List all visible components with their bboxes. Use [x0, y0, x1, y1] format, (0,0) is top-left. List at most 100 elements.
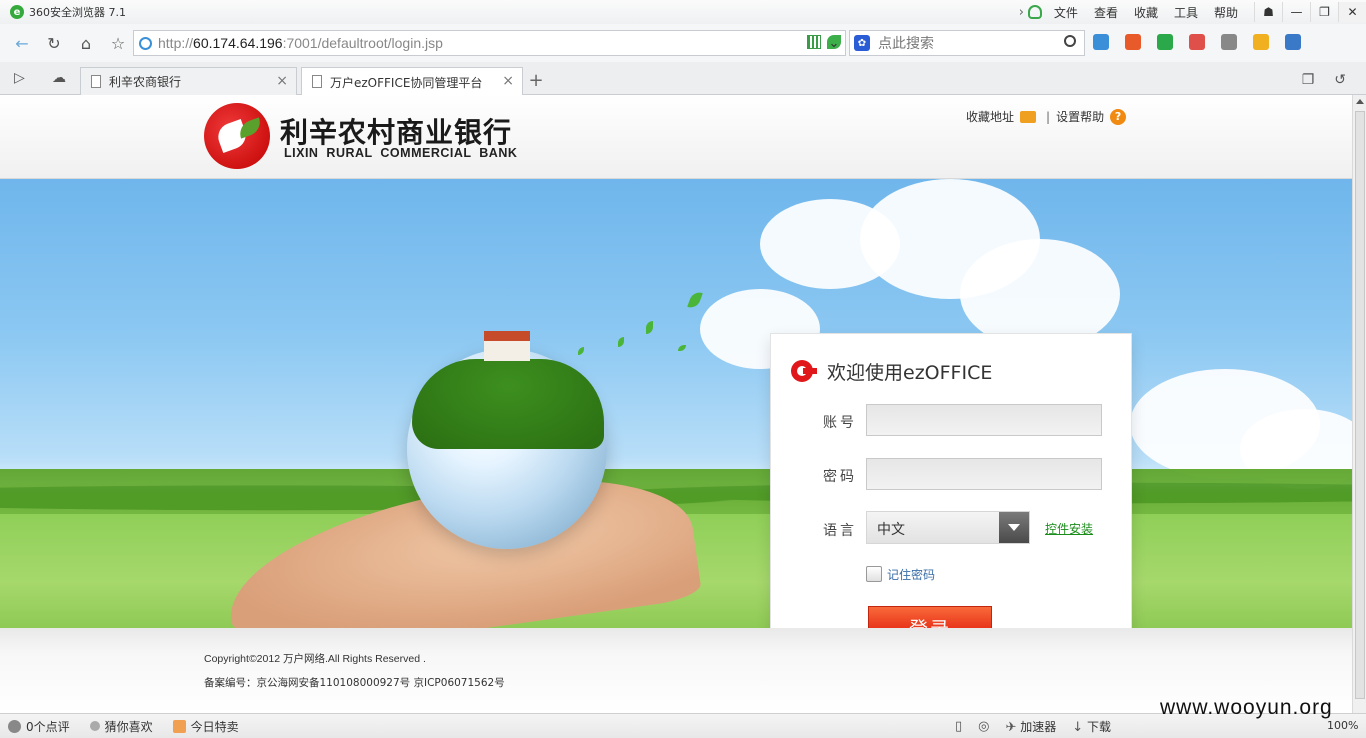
download-item[interactable]: ↓ 下载: [1072, 718, 1111, 735]
shirt-skin-icon[interactable]: ☗: [1254, 2, 1282, 22]
search-box[interactable]: ✿ 点此搜索: [849, 30, 1085, 56]
folder-icon[interactable]: [1020, 110, 1037, 123]
speed-icon[interactable]: ◎: [978, 719, 989, 734]
login-title: 欢迎使用ezOFFICE: [827, 362, 993, 384]
minimize-button[interactable]: —: [1282, 2, 1310, 22]
watermark: www.wooyun.org: [1160, 696, 1333, 719]
house-image: [484, 331, 530, 361]
header-links: 收藏地址 | 设置帮助 ?: [966, 108, 1127, 125]
gift-icon[interactable]: [1253, 34, 1269, 50]
plugin-install-link[interactable]: 控件安装: [1045, 520, 1093, 537]
browser-title: 360安全浏览器 7.1: [29, 6, 126, 19]
url-dropdown-icon[interactable]: ⌄: [823, 30, 845, 56]
password-label: 密码: [823, 469, 857, 485]
tab-bar: ▷ ☁ 利辛农商银行 × 万户ezOFFICE协同管理平台 × + ❐ ↺: [0, 62, 1366, 96]
tab-list-icon[interactable]: ❐: [1302, 72, 1315, 88]
page-icon: [312, 75, 322, 88]
page-icon: [91, 75, 101, 88]
close-tab-icon[interactable]: ×: [276, 73, 288, 89]
new-tab-button[interactable]: +: [526, 70, 546, 91]
remember-password-label[interactable]: 记住密码: [887, 566, 935, 583]
vertical-scrollbar[interactable]: [1352, 95, 1366, 713]
user-icon[interactable]: [1027, 5, 1042, 19]
menu-favorites[interactable]: 收藏: [1134, 4, 1158, 21]
apps-icon[interactable]: [1093, 34, 1109, 50]
browser-title-bar: e 360安全浏览器 7.1 › 文件 查看 收藏 工具 帮助 ☗ — ❐ ✕: [0, 0, 1366, 24]
leaf-shape: [678, 345, 686, 351]
magnifier-icon[interactable]: [1285, 34, 1301, 50]
daily-deal-item[interactable]: 今日特卖: [172, 718, 239, 735]
comments-item[interactable]: 0个点评: [8, 718, 70, 735]
cloud-icon[interactable]: ☁: [52, 70, 66, 86]
comments-label: 0个点评: [26, 719, 70, 734]
globe-land: [412, 359, 604, 449]
globe-icon: [139, 36, 152, 50]
close-button[interactable]: ✕: [1338, 2, 1366, 22]
scrollbar-thumb[interactable]: [1355, 111, 1365, 699]
account-input[interactable]: [866, 404, 1102, 436]
leaf-shape: [687, 289, 703, 311]
tab-lixin-bank[interactable]: 利辛农商银行 ×: [80, 67, 297, 95]
search-placeholder: 点此搜索: [878, 36, 934, 52]
guess-like-item[interactable]: 猜你喜欢: [89, 718, 153, 735]
accelerator-item[interactable]: ✈ 加速器: [1006, 718, 1057, 735]
favorites-link[interactable]: 收藏地址: [966, 108, 1014, 125]
screenshot-icon[interactable]: [1221, 34, 1237, 50]
menu-file[interactable]: 文件: [1054, 4, 1078, 21]
address-toolbar: ← ↻ ⌂ ☆ http://60.174.64.196:7001/defaul…: [0, 24, 1366, 62]
language-selected: 中文: [877, 522, 905, 538]
url-text[interactable]: http://60.174.64.196:7001/defaultroot/lo…: [158, 35, 443, 51]
remember-password-checkbox[interactable]: [866, 566, 882, 582]
star-icon[interactable]: ☆: [104, 29, 132, 57]
tab-label: 利辛农商银行: [109, 75, 182, 89]
download-icon: ↓: [1072, 720, 1084, 735]
scroll-up-icon[interactable]: [1356, 99, 1364, 104]
maximize-button[interactable]: ❐: [1310, 2, 1338, 22]
refresh-icon[interactable]: ↻: [40, 29, 68, 57]
settings-help-link[interactable]: 设置帮助: [1056, 108, 1104, 125]
extension-icons: [1093, 34, 1301, 50]
copyright-text: Copyright©2012 万户网络.All Rights Reserved …: [204, 653, 426, 665]
bank-name-cn: 利辛农村商业银行: [280, 116, 513, 149]
bank-logo-icon: [204, 103, 270, 169]
shield-icon[interactable]: [1157, 34, 1173, 50]
zoom-level[interactable]: 100%: [1327, 719, 1358, 732]
daily-deal-label: 今日特卖: [190, 719, 239, 734]
guess-like-label: 猜你喜欢: [104, 719, 153, 734]
search-icon[interactable]: [1064, 35, 1076, 47]
link-separator: |: [1046, 109, 1051, 124]
home-icon[interactable]: ⌂: [72, 29, 100, 57]
gift-box-icon: [172, 719, 186, 733]
menu-view[interactable]: 查看: [1094, 4, 1118, 21]
translate-icon[interactable]: [1189, 34, 1205, 50]
qr-code-icon[interactable]: [807, 35, 821, 49]
tab-ezoffice[interactable]: 万户ezOFFICE协同管理平台 ×: [301, 67, 523, 96]
browser-logo-icon: e: [10, 5, 24, 19]
page-header: 利辛农村商业银行 LIXIN RURAL COMMERCIAL BANK 收藏地…: [0, 95, 1352, 179]
leaf-shape: [618, 337, 624, 347]
url-bar[interactable]: http://60.174.64.196:7001/defaultroot/lo…: [133, 30, 846, 56]
dropdown-arrow-icon[interactable]: [999, 512, 1029, 543]
calendar-icon[interactable]: [1125, 34, 1141, 50]
menu-help[interactable]: 帮助: [1214, 4, 1238, 21]
password-input[interactable]: [866, 458, 1102, 490]
tab-label: 万户ezOFFICE协同管理平台: [330, 75, 483, 90]
icp-record: 备案编号：京公海网安备110108000927号 京ICP06071562号: [204, 677, 505, 689]
hero-banner: [0, 179, 1352, 628]
language-select[interactable]: 中文: [866, 511, 1030, 544]
mobile-icon[interactable]: ▯: [955, 719, 962, 734]
undo-close-icon[interactable]: ↺: [1334, 72, 1346, 88]
back-arrow-icon[interactable]: ←: [8, 29, 36, 57]
chevron-right-icon[interactable]: ›: [1019, 5, 1024, 20]
dot-icon: [89, 721, 100, 731]
search-engine-icon[interactable]: ✿: [854, 35, 870, 51]
account-label: 账号: [823, 415, 857, 431]
close-tab-icon[interactable]: ×: [502, 73, 514, 89]
rocket-icon: ✈: [1005, 720, 1017, 735]
sidebar-toggle-icon[interactable]: ▷: [14, 70, 25, 86]
help-icon[interactable]: ?: [1110, 108, 1127, 125]
menu-tools[interactable]: 工具: [1174, 4, 1198, 21]
browser-menu: › 文件 查看 收藏 工具 帮助 ☗ — ❐ ✕: [1019, 0, 1366, 24]
ezoffice-logo-icon: [791, 360, 817, 382]
page-footer: Copyright©2012 万户网络.All Rights Reserved …: [0, 628, 1352, 713]
